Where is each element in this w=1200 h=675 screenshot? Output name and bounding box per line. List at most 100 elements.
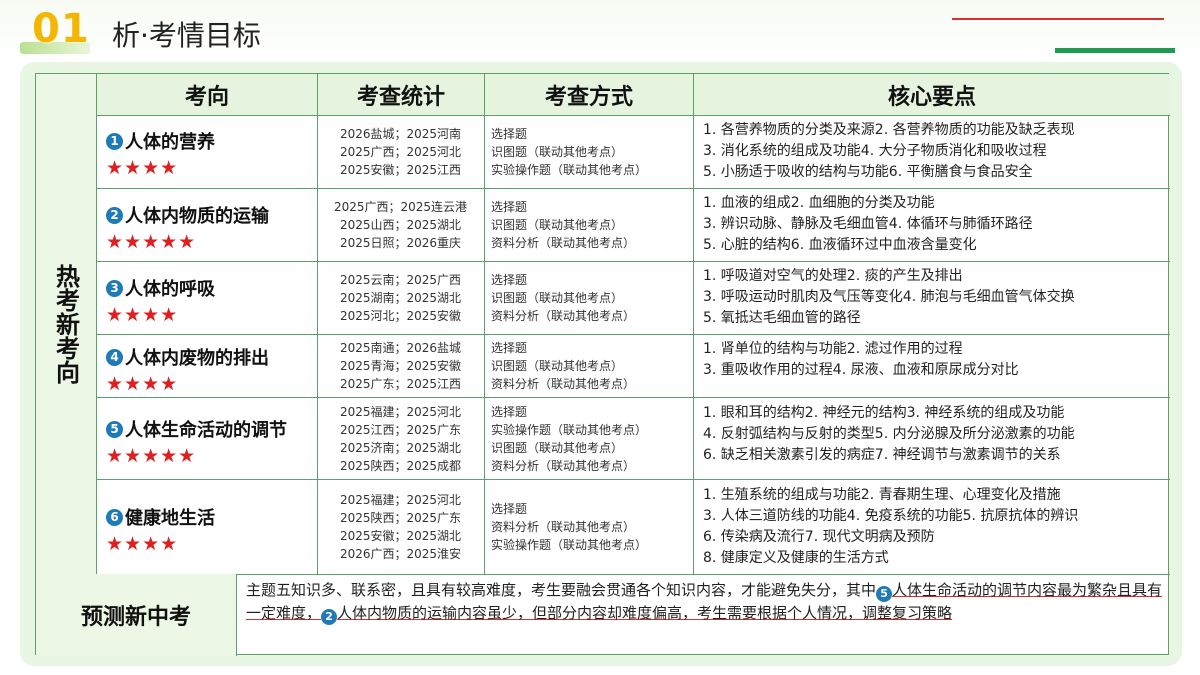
key-point-line: 1. 生殖系统的组成与功能2. 青春期生理、心理变化及措施 bbox=[703, 487, 1061, 503]
method-line: 资料分析（联动其他考点） bbox=[491, 236, 636, 250]
key-point-line: 5. 心脏的结构6. 血液循环过中血液含量变化 bbox=[703, 237, 977, 253]
divider bbox=[236, 574, 237, 656]
column-header-method: 考查方式 bbox=[485, 74, 693, 115]
method-line: 识图题（联动其他考点） bbox=[491, 145, 624, 159]
key-point-line: 3. 辨识动脉、静脉及毛细血管4. 体循环与肺循环路径 bbox=[703, 216, 1033, 232]
key-point-line: 8. 健康定义及健康的生活方式 bbox=[703, 550, 889, 566]
divider bbox=[96, 188, 1170, 189]
topic-name: 健康地生活 bbox=[125, 508, 215, 529]
method-line: 识图题（联动其他考点） bbox=[491, 218, 624, 232]
importance-stars: ★★★★★ bbox=[106, 445, 197, 467]
number-badge: 5 bbox=[876, 586, 893, 602]
number-badge: 2 bbox=[106, 206, 123, 224]
key-points-cell: 1. 眼和耳的结构2. 神经元的结构3. 神经系统的组成及功能 4. 反射弧结构… bbox=[703, 403, 1168, 466]
prediction-text: 主题五知识多、联系密，且具有较高难度，考生要融会贯通各个知识内容，才能避免失分，… bbox=[246, 579, 1164, 625]
key-point-line: 5. 氧抵达毛细血管的路径 bbox=[703, 310, 861, 326]
number-badge: 4 bbox=[106, 348, 123, 366]
method-line: 资料分析（联动其他考点） bbox=[491, 377, 636, 391]
stat-line: 2026盐城；2025河南 bbox=[339, 127, 462, 141]
method-cell: 选择题 识图题（联动其他考点） 资料分析（联动其他考点） bbox=[491, 198, 691, 252]
table-row-topic: 4 人体内废物的排出 ★★★★ bbox=[106, 344, 311, 395]
prediction-sentence: 人体内物质的运输内容虽少，但部分内容却难度偏高，考生需要根据个人情况，调整复习策… bbox=[337, 604, 953, 622]
topic-name: 人体内废物的排出 bbox=[125, 348, 269, 369]
stats-cell: 2025南通；2026盐城 2025青海；2025安徽 2025广东；2025江… bbox=[318, 339, 483, 393]
key-point-line: 5. 小肠适于吸收的结构与功能6. 平衡膳食与食品安全 bbox=[703, 164, 1033, 180]
stat-line: 2025安徽；2025湖北 bbox=[339, 529, 462, 543]
stat-line: 2025广西；2025连云港 bbox=[333, 200, 468, 214]
key-points-cell: 1. 呼吸道对空气的处理2. 痰的产生及排出 3. 呼吸运动时肌肉及气压等变化4… bbox=[703, 266, 1168, 329]
key-point-line: 1. 呼吸道对空气的处理2. 痰的产生及排出 bbox=[703, 268, 963, 284]
divider bbox=[693, 74, 694, 574]
method-line: 识图题（联动其他考点） bbox=[491, 359, 624, 373]
method-cell: 选择题 实验操作题（联动其他考点） 识图题（联动其他考点） 资料分析（联动其他考… bbox=[491, 403, 691, 475]
method-cell: 选择题 识图题（联动其他考点） 实验操作题（联动其他考点） bbox=[491, 125, 691, 179]
stat-line: 2025江西；2025广东 bbox=[339, 423, 462, 437]
side-label-cell: 热考新考向 bbox=[36, 74, 96, 574]
number-badge: 3 bbox=[106, 279, 123, 297]
stat-line: 2025安徽；2025江西 bbox=[339, 163, 462, 177]
method-line: 识图题（联动其他考点） bbox=[491, 291, 624, 305]
stat-line: 2025山西；2025湖北 bbox=[339, 218, 462, 232]
number-badge: 5 bbox=[106, 420, 123, 438]
method-line: 资料分析（联动其他考点） bbox=[491, 459, 636, 473]
decorative-green-line bbox=[1055, 48, 1175, 53]
stats-cell: 2025福建；2025河北 2025陕西；2025广东 2025安徽；2025湖… bbox=[318, 491, 483, 563]
divider bbox=[96, 261, 1170, 262]
prediction-sentence: 主题五知识多、联系密，且具有较高难度，考生要融会贯通各个知识内容，才能避免失分，… bbox=[246, 581, 877, 599]
stat-line: 2025济南；2025湖北 bbox=[339, 441, 462, 455]
table-row-topic: 1 人体的营养 ★★★★ bbox=[106, 128, 311, 179]
method-line: 实验操作题（联动其他考点） bbox=[491, 423, 648, 437]
method-line: 识图题（联动其他考点） bbox=[491, 441, 624, 455]
method-line: 选择题 bbox=[491, 200, 528, 214]
stat-line: 2025云南；2025广西 bbox=[339, 273, 462, 287]
stat-line: 2025湖南；2025湖北 bbox=[339, 291, 462, 305]
method-line: 选择题 bbox=[491, 127, 528, 141]
exam-analysis-table: 热考新考向 考向 考查统计 考查方式 核心要点 1 人体的营养 ★★★★ 2026… bbox=[35, 73, 1170, 656]
stat-line: 2025陕西；2025成都 bbox=[339, 459, 462, 473]
prediction-label: 预测新中考 bbox=[36, 574, 236, 656]
stat-line: 2025广西；2025河北 bbox=[339, 145, 462, 159]
divider bbox=[96, 334, 1170, 335]
topic-name: 人体生命活动的调节 bbox=[125, 420, 287, 441]
importance-stars: ★★★★ bbox=[106, 304, 179, 326]
method-line: 选择题 bbox=[491, 405, 528, 419]
stat-line: 2025青海；2025安徽 bbox=[339, 359, 462, 373]
importance-stars: ★★★★ bbox=[106, 157, 179, 179]
key-point-line: 6. 缺乏相关激素引发的病症7. 神经调节与激素调节的关系 bbox=[703, 447, 1061, 463]
method-line: 选择题 bbox=[491, 502, 528, 516]
stats-cell: 2025福建；2025河北 2025江西；2025广东 2025济南；2025湖… bbox=[318, 403, 483, 475]
key-point-line: 6. 传染病及流行7. 现代文明病及预防 bbox=[703, 529, 935, 545]
key-points-cell: 1. 生殖系统的组成与功能2. 青春期生理、心理变化及措施 3. 人体三道防线的… bbox=[703, 485, 1168, 569]
importance-stars: ★★★★ bbox=[106, 373, 179, 395]
table-row-topic: 5 人体生命活动的调节 ★★★★★ bbox=[106, 416, 311, 467]
section-number: 01 bbox=[32, 6, 90, 52]
key-point-line: 3. 重吸收作用的过程4. 尿液、血液和原尿成分对比 bbox=[703, 362, 1019, 378]
method-cell: 选择题 识图题（联动其他考点） 资料分析（联动其他考点） bbox=[491, 339, 691, 393]
stat-line: 2025南通；2026盐城 bbox=[339, 341, 462, 355]
topic-name: 人体的呼吸 bbox=[125, 279, 215, 300]
divider bbox=[96, 115, 1170, 116]
key-point-line: 1. 肾单位的结构与功能2. 滤过作用的过程 bbox=[703, 341, 963, 357]
method-cell: 选择题 资料分析（联动其他考点） 实验操作题（联动其他考点） bbox=[491, 500, 691, 554]
key-point-line: 1. 眼和耳的结构2. 神经元的结构3. 神经系统的组成及功能 bbox=[703, 405, 1065, 421]
topic-name: 人体内物质的运输 bbox=[125, 206, 269, 227]
topic-name: 人体的营养 bbox=[125, 132, 215, 153]
number-badge: 2 bbox=[321, 609, 338, 625]
column-header-key-points: 核心要点 bbox=[694, 74, 1170, 115]
stat-line: 2025河北；2025安徽 bbox=[339, 309, 462, 323]
divider bbox=[484, 74, 485, 574]
decorative-red-line bbox=[952, 18, 1164, 20]
method-line: 资料分析（联动其他考点） bbox=[491, 520, 636, 534]
table-row-topic: 2 人体内物质的运输 ★★★★★ bbox=[106, 202, 311, 253]
divider bbox=[96, 74, 97, 574]
column-header-topic: 考向 bbox=[97, 74, 317, 115]
number-badge: 6 bbox=[106, 508, 123, 526]
table-row-topic: 3 人体的呼吸 ★★★★ bbox=[106, 275, 311, 326]
stat-line: 2025福建；2025河北 bbox=[339, 405, 462, 419]
table-row-topic: 6 健康地生活 ★★★★ bbox=[106, 504, 311, 555]
method-line: 实验操作题（联动其他考点） bbox=[491, 538, 648, 552]
stats-cell: 2026盐城；2025河南 2025广西；2025河北 2025安徽；2025江… bbox=[318, 125, 483, 179]
importance-stars: ★★★★ bbox=[106, 533, 179, 555]
stat-line: 2025广东；2025江西 bbox=[339, 377, 462, 391]
importance-stars: ★★★★★ bbox=[106, 231, 197, 253]
